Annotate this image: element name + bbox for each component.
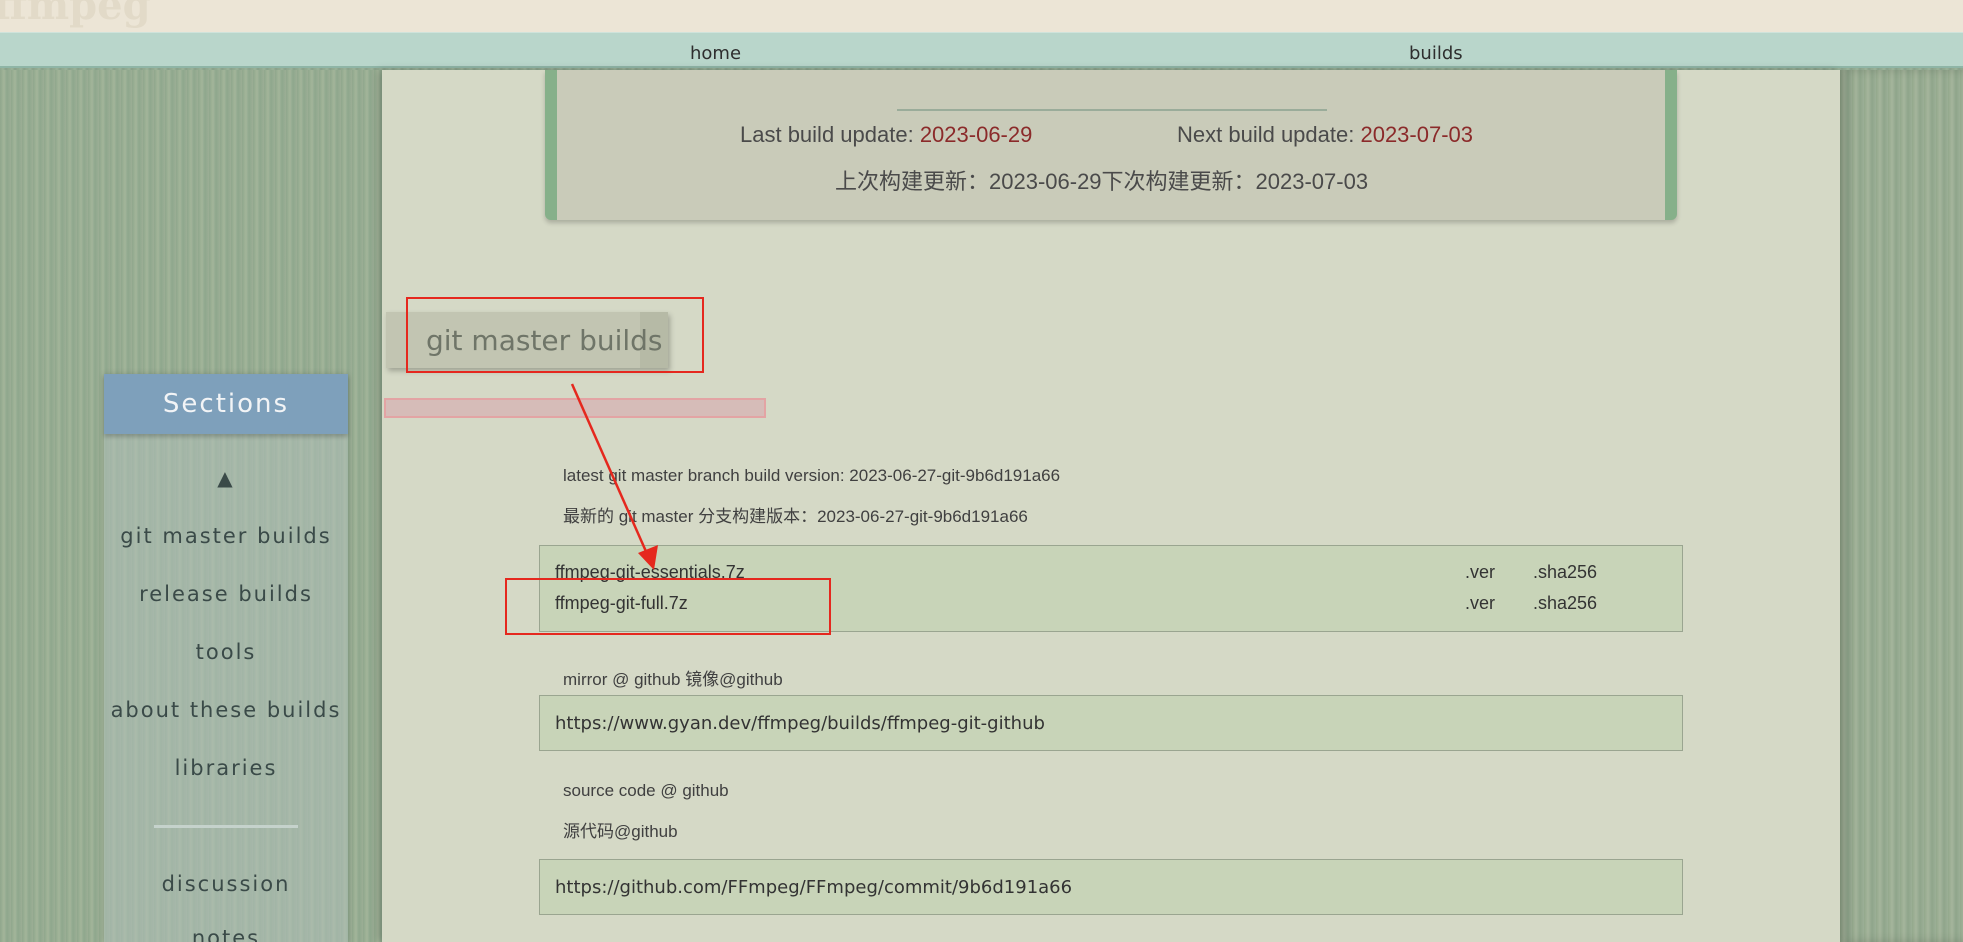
download-row: ffmpeg-git-full.7z .ver .sha256: [555, 593, 1665, 617]
downloads-box: ffmpeg-git-essentials.7z .ver .sha256 ff…: [539, 545, 1683, 632]
mirror-url-link[interactable]: https://www.gyan.dev/ffmpeg/builds/ffmpe…: [539, 695, 1683, 751]
essentials-sha256-link[interactable]: .sha256: [1533, 562, 1597, 583]
sections-title: Sections: [104, 374, 348, 434]
top-strip: ffmpeg: [0, 0, 1963, 32]
source-code-label-cn: 源代码@github: [563, 822, 678, 841]
full-sha256-link[interactable]: .sha256: [1533, 593, 1597, 614]
download-full-link[interactable]: ffmpeg-git-full.7z: [555, 593, 688, 614]
full-ver-link[interactable]: .ver: [1465, 593, 1495, 614]
scroll-top-icon[interactable]: ▲: [104, 466, 348, 490]
sidebar-divider: [154, 825, 298, 828]
build-update-chinese: 上次构建更新：2023-06-29下次构建更新：2023-07-03: [835, 169, 1369, 194]
last-build-label: Last build update:: [740, 122, 920, 147]
top-navbar: home builds: [0, 32, 1963, 68]
source-code-label: source code @ github: [563, 781, 729, 800]
sidebar-item-discussion[interactable]: discussion: [104, 872, 348, 896]
sidebar-item-release-builds[interactable]: release builds: [104, 582, 348, 606]
latest-build-info: latest git master branch build version: …: [563, 466, 1061, 485]
latest-build-info-cn: 最新的 git master 分支构建版本：2023-06-27-git-9b6…: [563, 507, 1028, 526]
next-build-update: Next build update: 2023-07-03: [1177, 122, 1473, 148]
last-build-date: 2023-06-29: [919, 122, 1033, 147]
section-underline-bar: [384, 398, 766, 418]
sidebar-item-libraries[interactable]: libraries: [104, 756, 348, 780]
sidebar-item-git-master-builds[interactable]: git master builds: [104, 524, 348, 548]
site-logo[interactable]: ffmpeg: [0, 0, 151, 29]
build-update-panel: Last build update: 2023-06-29 Next build…: [545, 70, 1677, 220]
next-build-date: 2023-07-03: [1360, 122, 1474, 147]
panel-divider: [897, 109, 1327, 111]
sidebar-item-tools[interactable]: tools: [104, 640, 348, 664]
download-row: ffmpeg-git-essentials.7z .ver .sha256: [555, 562, 1665, 586]
nav-builds-link[interactable]: builds: [1409, 43, 1463, 64]
source-url-link[interactable]: https://github.com/FFmpeg/FFmpeg/commit/…: [539, 859, 1683, 915]
sidebar-item-about-builds[interactable]: about these builds: [104, 698, 348, 722]
last-build-update: Last build update: 2023-06-29: [740, 122, 1032, 148]
mirror-label: mirror @ github 镜像@github: [563, 670, 783, 689]
sidebar-item-notes[interactable]: notes: [104, 926, 348, 942]
section-heading: git master builds: [426, 324, 663, 357]
sections-sidebar: Sections ▲ git master builds release bui…: [104, 374, 348, 942]
next-build-label: Next build update:: [1177, 122, 1361, 147]
right-background: [1840, 70, 1963, 942]
essentials-ver-link[interactable]: .ver: [1465, 562, 1495, 583]
nav-home-link[interactable]: home: [690, 43, 741, 64]
section-heading-tab: git master builds: [386, 312, 668, 368]
download-essentials-link[interactable]: ffmpeg-git-essentials.7z: [555, 562, 745, 583]
